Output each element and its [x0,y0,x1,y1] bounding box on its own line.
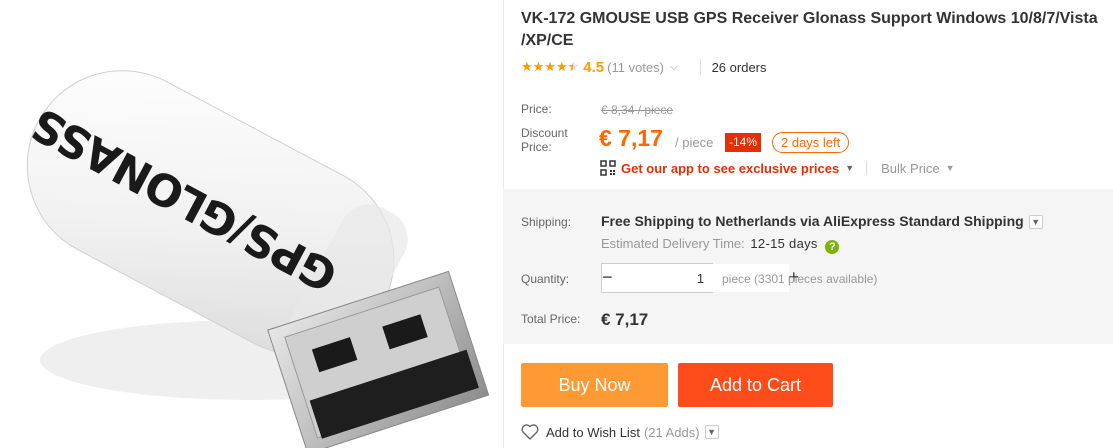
add-to-cart-button[interactable]: Add to Cart [678,363,833,407]
shipping-method[interactable]: Free Shipping to Netherlands via AliExpr… [601,213,1043,229]
product-image[interactable]: GPS/GLONASS [0,0,503,448]
product-title: VK-172 GMOUSE USB GPS Receiver Glonass S… [521,10,1098,49]
app-promo-row: Get our app to see exclusive prices ▼ Bu… [600,159,955,177]
wishlist-row[interactable]: Add to Wish List (21 Adds) ▼ [521,422,719,442]
app-promo-link[interactable]: Get our app to see exclusive prices [621,161,839,176]
price-label: Price: [521,102,552,116]
help-icon[interactable]: ? [825,240,840,254]
per-piece-label: / piece [675,135,714,150]
rating-value: 4.5 [583,58,605,76]
decrease-quantity-button[interactable]: − [602,264,613,292]
orders-count: 26 orders [711,59,767,75]
qr-code-icon [600,160,616,176]
discount-badge: -14% [725,133,762,152]
days-left-badge: 2 days left [772,132,850,153]
heart-icon[interactable] [521,424,539,440]
discount-price-label: Discount Price: [521,126,568,154]
add-to-wishlist-link[interactable]: Add to Wish List [546,425,640,440]
caret-down-icon[interactable]: ▼ [946,163,955,173]
quantity-label: Quantity: [521,272,570,286]
estimated-delivery-label: Estimated Delivery Time: [601,236,745,251]
rating-row: ★★★★★ ★★★★★ 4.5 (11 votes) ⌵ 26 orders [521,57,767,77]
total-price-label: Total Price: [521,312,581,326]
star-rating-icon: ★★★★★ ★★★★★ [521,59,580,74]
original-price: € 8,34 / piece [601,103,674,117]
quantity-stepper: − + [601,263,799,293]
shipping-label: Shipping: [521,215,572,229]
caret-down-icon[interactable]: ▼ [845,163,854,173]
bulk-price-link[interactable]: Bulk Price [881,161,940,176]
chevron-down-icon[interactable]: ⌵ [670,62,678,73]
total-price-value: € 7,17 [601,310,649,329]
quantity-available: piece (3301 pieces available) [722,272,878,286]
shipping-quantity-panel: Shipping: Free Shipping to Netherlands v… [503,189,1113,344]
usb-gps-dongle-image: GPS/GLONASS [24,70,490,448]
chevron-down-icon[interactable]: ▼ [1028,215,1043,229]
shipping-method-text: Free Shipping to Netherlands via AliExpr… [601,213,1024,229]
estimated-delivery-days: 12-15 days [750,236,818,251]
divider [866,161,868,175]
current-price: € 7,17 [599,125,663,151]
buy-now-button[interactable]: Buy Now [521,363,668,407]
wishlist-count: (21 Adds) [643,424,700,440]
divider [699,59,701,75]
estimated-delivery: Estimated Delivery Time: 12-15 days ? [601,236,840,254]
votes-count[interactable]: (11 votes) [607,60,664,75]
chevron-down-icon[interactable]: ▼ [704,425,719,439]
